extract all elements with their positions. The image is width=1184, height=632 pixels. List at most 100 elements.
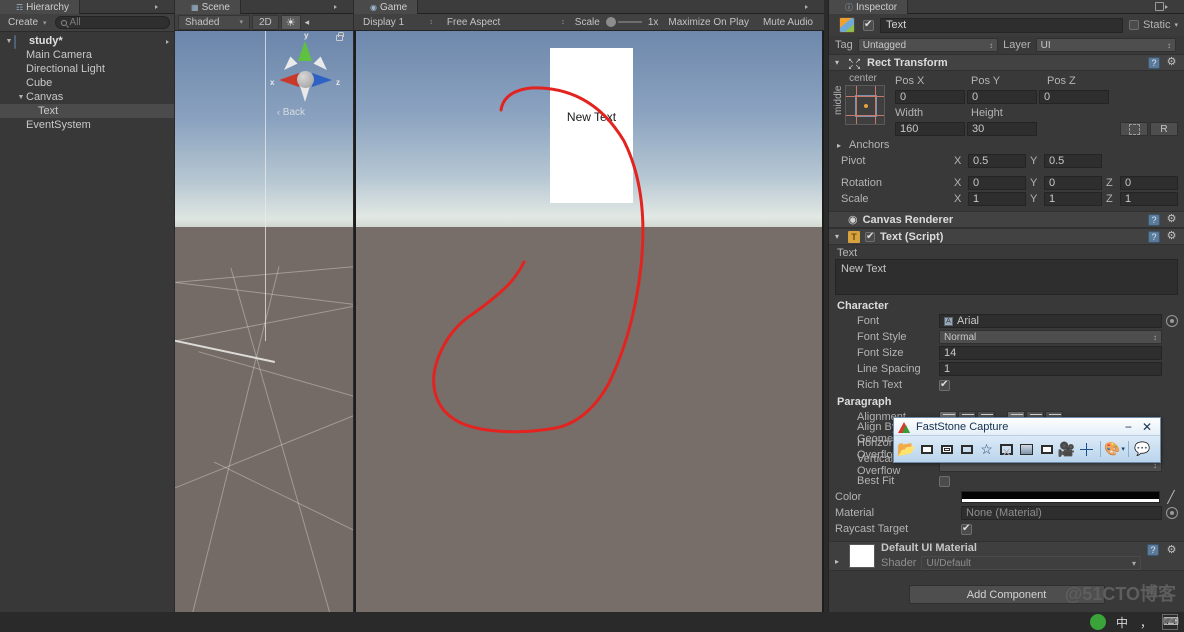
eyedropper-icon[interactable]: ╱ [1164,490,1178,504]
rect-transform-header[interactable]: ▾ ↖ ↗ ↙ ↘ Rect Transform ? ⚙ [829,54,1184,71]
scale-slider-knob[interactable] [605,17,616,27]
gizmo-center[interactable] [297,71,314,88]
taskbar[interactable]: 中 ， ⌨ [0,612,1184,632]
scene-audio-toggle[interactable]: ◂ [303,15,312,30]
hierarchy-item[interactable]: Main Camera [0,48,174,62]
scale-y-input[interactable]: 1 [1044,192,1102,206]
anchor-preset-widget[interactable]: center middle [833,73,891,137]
text-script-header[interactable]: ▾ T Text (Script) ? ⚙ [829,228,1184,245]
gear-icon[interactable]: ⚙ [1165,544,1178,557]
rich-text-checkbox[interactable] [939,379,950,391]
hierarchy-search-input[interactable]: All [54,16,170,29]
scene-viewport[interactable]: y x z ‹ Back [175,31,353,612]
font-size-input[interactable]: 14 [939,346,1162,360]
display-dropdown[interactable]: Display 1 ↕ [357,15,439,30]
rotation-x-input[interactable]: 0 [968,176,1026,190]
gizmo-neg-z-axis[interactable] [280,56,298,74]
material-object-field[interactable]: None (Material) [961,506,1162,520]
gizmo-neg-y-axis[interactable] [300,86,310,102]
scene-lighting-toggle[interactable]: ☀ [280,14,301,30]
blueprint-mode-button[interactable] [1120,122,1148,136]
capture-window-object-icon[interactable] [938,441,955,458]
mute-audio-toggle[interactable]: Mute Audio [757,15,819,30]
game-panel-menu[interactable] [809,2,821,12]
tab-inspector[interactable]: ⓘ Inspector [829,0,909,14]
layer-dropdown[interactable]: UI ↕ [1035,38,1176,52]
width-input[interactable]: 160 [895,122,965,136]
object-picker-icon[interactable] [1166,507,1178,519]
best-fit-checkbox[interactable] [939,475,950,487]
pos-x-input[interactable]: 0 [895,90,965,104]
toggle-2d-button[interactable]: 2D [252,14,279,30]
screen-recorder-icon[interactable]: 🎥 [1058,441,1075,458]
object-picker-icon[interactable] [1166,315,1178,327]
scale-z-input[interactable]: 1 [1120,192,1178,206]
capture-freehand-icon[interactable]: ☆ [978,441,995,458]
create-button[interactable]: Create [4,17,51,28]
scale-slider-track[interactable] [617,21,642,23]
font-style-dropdown[interactable]: Normal ↕ [939,330,1162,344]
capture-active-window-icon[interactable] [918,441,935,458]
expand-arrow-icon[interactable]: ▼ [4,38,14,45]
rotation-y-input[interactable]: 0 [1044,176,1102,190]
collapse-arrow-icon[interactable]: ▾ [835,232,843,241]
capture-fixed-region-icon[interactable] [1038,441,1055,458]
gear-icon[interactable]: ⚙ [1165,213,1178,226]
pos-z-input[interactable]: 0 [1039,90,1109,104]
screen-magnifier-icon[interactable] [1078,441,1095,458]
scale-slider[interactable]: Scale 1x [573,15,661,30]
scale-x-input[interactable]: 1 [968,192,1026,206]
close-icon[interactable]: ✕ [1142,421,1152,433]
expand-arrow-icon[interactable]: ▸ [835,557,843,566]
material-preview-header[interactable]: ▸ Default UI Material Shader UI/Default … [829,541,1184,571]
raw-edit-button[interactable]: R [1150,122,1178,136]
pivot-x-input[interactable]: 0.5 [968,154,1026,168]
faststone-capture-window[interactable]: FastStone Capture − ✕ 📂 ☆ ✕ 🎥 🎨 ▾ 💬 [893,417,1161,463]
scene-view-gizmo[interactable]: y x z ‹ Back [265,31,349,127]
hierarchy-item[interactable]: Directional Light [0,62,174,76]
hierarchy-item[interactable]: Text [0,104,174,118]
open-file-icon[interactable]: 📂 [897,441,916,458]
gear-icon[interactable]: ⚙ [1165,230,1178,243]
help-icon[interactable]: ? [1148,230,1160,243]
gizmo-z-axis[interactable] [312,73,332,87]
inspector-panel-menu[interactable] [1169,2,1181,12]
line-spacing-input[interactable]: 1 [939,362,1162,376]
tag-dropdown[interactable]: Untagged ↕ [857,38,999,52]
gizmo-x-axis[interactable] [279,73,299,87]
capture-scrolling-window-icon[interactable] [1018,441,1035,458]
canvas-renderer-header[interactable]: ▾ ◉ Canvas Renderer ? ⚙ [829,211,1184,228]
faststone-titlebar[interactable]: FastStone Capture − ✕ [894,418,1160,436]
pos-y-input[interactable]: 0 [967,90,1037,104]
text-component-enabled-checkbox[interactable] [865,231,875,242]
capture-fullscreen-icon[interactable]: ✕ [998,441,1015,459]
text-content-textarea[interactable]: New Text [835,259,1178,295]
tab-scene[interactable]: ▦ Scene [175,0,241,14]
tab-hierarchy[interactable]: ☶ Hierarchy [0,0,80,14]
gameobject-name-input[interactable]: Text [880,17,1123,33]
collapse-arrow-icon[interactable]: ▾ [835,58,843,67]
hierarchy-item[interactable]: Cube [0,76,174,90]
hierarchy-item[interactable]: EventSystem [0,118,174,132]
gear-icon[interactable]: ⚙ [1165,56,1178,69]
shader-dropdown[interactable]: UI/Default ▾ [921,556,1141,570]
help-icon[interactable]: ? [1148,56,1160,69]
capture-rectangle-icon[interactable] [958,441,975,458]
height-input[interactable]: 30 [967,122,1037,136]
lock-icon[interactable] [336,32,344,41]
raycast-target-checkbox[interactable] [961,523,972,535]
rotation-z-input[interactable]: 0 [1120,176,1178,190]
anchor-preset-box[interactable] [845,85,885,125]
output-icon[interactable]: 💬 [1134,441,1151,458]
pivot-y-input[interactable]: 0.5 [1044,154,1102,168]
hierarchy-item[interactable]: ▼ study* [0,34,174,49]
taskbar-app-icon[interactable] [1090,614,1106,630]
lock-icon[interactable] [1155,2,1164,11]
gameobject-enabled-checkbox[interactable] [863,19,874,31]
game-viewport[interactable]: New Text [356,31,822,619]
gizmo-y-axis[interactable] [298,41,312,61]
font-object-field[interactable]: A Arial [939,314,1162,328]
color-swatch[interactable] [961,491,1160,503]
chevron-down-icon[interactable]: ▾ [1174,21,1178,29]
minimize-icon[interactable]: − [1125,421,1132,433]
